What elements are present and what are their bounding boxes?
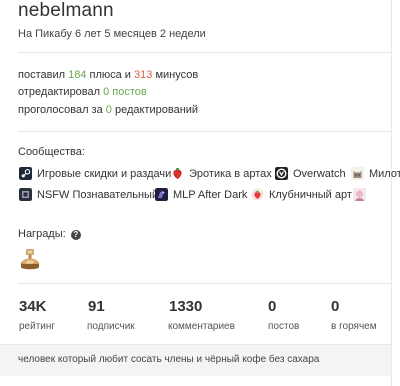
cat-icon bbox=[351, 167, 364, 180]
award-medal-icon[interactable] bbox=[19, 248, 41, 272]
edit-votes-count: 0 bbox=[105, 104, 112, 116]
overwatch-icon bbox=[275, 167, 288, 180]
community-nsfw-educational[interactable]: NSFW Познавательный bbox=[19, 188, 158, 201]
strawberry-art-icon bbox=[251, 188, 264, 201]
edits-line: отредактировал 0 постов bbox=[18, 86, 147, 98]
stat-subscribers-value: 91 bbox=[88, 298, 105, 315]
stat-posts-label: постов bbox=[268, 321, 300, 332]
community-mlp-after-dark[interactable]: MLP After Dark bbox=[155, 188, 247, 201]
communities-title: Сообщества: bbox=[18, 146, 85, 158]
stat-hot-value: 0 bbox=[331, 298, 340, 315]
awards-title: Награды: ? bbox=[18, 228, 81, 240]
stat-comments-value: 1330 bbox=[169, 298, 203, 315]
votes-line: поставил 184 плюса и 313 минусов bbox=[18, 69, 199, 81]
edits-count: 0 постов bbox=[103, 86, 147, 98]
strawberry-icon bbox=[171, 167, 184, 180]
steam-icon bbox=[19, 167, 32, 180]
community-anime[interactable] bbox=[353, 188, 371, 201]
bio-text: человек который любит сосать члены и чёр… bbox=[18, 354, 320, 365]
community-erotica-art[interactable]: Эротика в артах bbox=[171, 167, 272, 180]
help-icon[interactable]: ? bbox=[70, 230, 81, 240]
anime-icon bbox=[353, 188, 366, 201]
username: nebelmann bbox=[18, 0, 114, 21]
divider bbox=[18, 131, 391, 132]
community-strawberry-art[interactable]: Клубничный арт bbox=[251, 188, 352, 201]
stat-comments-label: комментариев bbox=[168, 321, 235, 332]
panel-border bbox=[391, 0, 392, 386]
stat-subscribers-label: подписчик bbox=[87, 321, 135, 332]
pony-icon bbox=[155, 188, 168, 201]
stat-posts-value: 0 bbox=[268, 298, 277, 315]
divider bbox=[18, 52, 391, 53]
stat-rating-label: рейтинг bbox=[19, 321, 56, 332]
minuses-count: 313 bbox=[134, 69, 153, 81]
community-overwatch[interactable]: Overwatch bbox=[275, 167, 346, 180]
nsfw-icon bbox=[19, 188, 32, 201]
edit-votes-line: проголосовал за 0 редактирований bbox=[18, 104, 199, 116]
divider bbox=[18, 283, 391, 284]
community-steam[interactable]: Игровые скидки и раздачи bbox=[19, 167, 171, 180]
community-cute[interactable]: Милота bbox=[351, 167, 400, 180]
stat-rating-value: 34K bbox=[19, 298, 47, 315]
member-since: На Пикабу 6 лет 5 месяцев 2 недели bbox=[18, 28, 206, 40]
pluses-count: 184 bbox=[68, 69, 87, 81]
stat-hot-label: в горячем bbox=[331, 321, 377, 332]
